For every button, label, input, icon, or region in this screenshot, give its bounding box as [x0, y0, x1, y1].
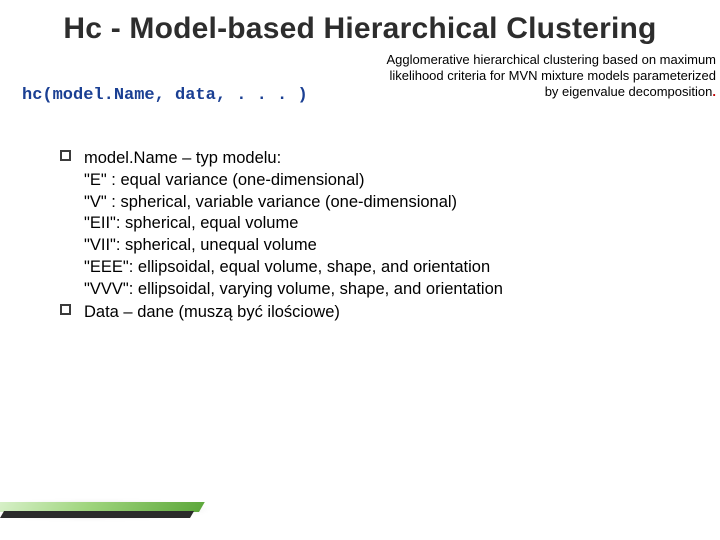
list-line: Data – dane (muszą być ilościowe)	[84, 302, 680, 324]
list-line: "E" : equal variance (one-dimensional)	[84, 170, 680, 192]
list-line: "VII": spherical, unequal volume	[84, 235, 680, 257]
content-area: model.Name – typ modelu: "E" : equal var…	[60, 148, 680, 326]
description-text: Agglomerative hierarchical clustering ba…	[387, 52, 716, 99]
list-line: "EEE": ellipsoidal, equal volume, shape,…	[84, 257, 680, 279]
description-dot: .	[712, 84, 716, 99]
slide: Hc - Model-based Hierarchical Clustering…	[0, 0, 720, 540]
description: Agglomerative hierarchical clustering ba…	[376, 52, 716, 100]
list-line: "EII": spherical, equal volume	[84, 213, 680, 235]
bullet-icon	[60, 150, 71, 161]
bullet-icon	[60, 304, 71, 315]
list-line: "V" : spherical, variable variance (one-…	[84, 192, 680, 214]
list-item: model.Name – typ modelu: "E" : equal var…	[60, 148, 680, 300]
accent-wedge	[0, 478, 230, 518]
accent-dark-bar	[0, 511, 194, 518]
list-line: model.Name – typ modelu:	[84, 148, 680, 170]
code-call: hc(model.Name, data, . . . )	[22, 86, 308, 105]
list-item: Data – dane (muszą być ilościowe)	[60, 302, 680, 324]
slide-title: Hc - Model-based Hierarchical Clustering	[0, 12, 720, 46]
list-line: "VVV": ellipsoidal, varying volume, shap…	[84, 279, 680, 301]
